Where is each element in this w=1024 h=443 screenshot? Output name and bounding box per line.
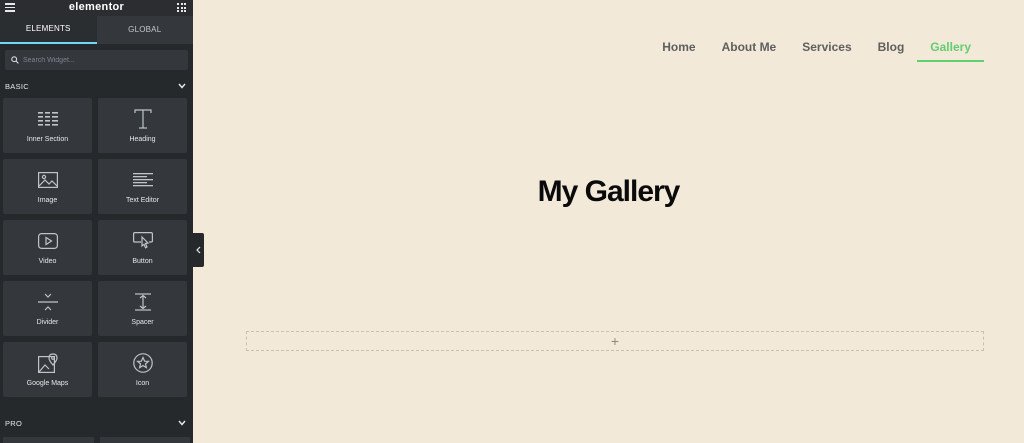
widget-divider[interactable]: Divider: [3, 281, 92, 336]
collapse-panel-button[interactable]: [193, 233, 204, 267]
chevron-left-icon: [196, 246, 201, 254]
chevron-down-icon: [178, 83, 186, 89]
widget-label: Divider: [36, 319, 59, 326]
section-basic-label: BASIC: [5, 81, 30, 91]
panel-tabs: ELEMENTS GLOBAL: [0, 16, 193, 44]
search-container: [0, 44, 193, 74]
plus-icon: +: [610, 333, 620, 349]
panel-header: elementor: [0, 0, 193, 16]
text-editor-icon: [132, 169, 153, 191]
elementor-logo: elementor: [68, 1, 125, 13]
widget-text-editor[interactable]: Text Editor: [98, 159, 187, 214]
widget-label: Inner Section: [26, 136, 69, 143]
widget-button[interactable]: Button: [98, 220, 187, 275]
widgets-grid-icon[interactable]: [177, 3, 186, 12]
page-title[interactable]: My Gallery: [193, 175, 1024, 209]
widget-heading[interactable]: Heading: [98, 98, 187, 153]
search-icon: [11, 56, 19, 64]
nav-item-home[interactable]: Home: [649, 34, 708, 62]
widget-icon[interactable]: Icon: [98, 342, 187, 397]
widget-video[interactable]: Video: [3, 220, 92, 275]
tab-elements[interactable]: ELEMENTS: [0, 16, 97, 44]
video-icon: [37, 230, 58, 252]
add-section-button[interactable]: +: [246, 331, 984, 351]
widget-label: Icon: [135, 380, 150, 387]
section-pro-toggle[interactable]: PRO: [0, 411, 193, 435]
widget-label: Button: [132, 258, 153, 265]
tab-global[interactable]: GLOBAL: [97, 16, 194, 44]
pro-widgets-partial: [3, 437, 190, 443]
star-icon: [132, 352, 153, 374]
widget-label: Video: [38, 258, 57, 265]
section-pro-label: PRO: [5, 418, 23, 428]
widget-spacer[interactable]: Spacer: [98, 281, 187, 336]
search-box: [5, 50, 188, 70]
widget-label: Heading: [129, 136, 156, 143]
widget-label: Google Maps: [26, 380, 69, 387]
section-basic-toggle[interactable]: BASIC: [0, 74, 193, 98]
widget-label: Image: [37, 197, 58, 204]
google-maps-icon: [37, 352, 58, 374]
image-icon: [37, 169, 58, 191]
button-icon: [132, 230, 153, 252]
nav-item-gallery[interactable]: Gallery: [917, 34, 984, 62]
chevron-down-icon: [178, 420, 186, 426]
nav-item-about-me[interactable]: About Me: [709, 34, 790, 62]
search-widget-input[interactable]: [23, 56, 173, 64]
widget-label: Text Editor: [125, 197, 160, 204]
site-navigation: Home About Me Services Blog Gallery: [649, 34, 984, 62]
heading-icon: [133, 108, 152, 130]
widget-google-maps[interactable]: Google Maps: [3, 342, 92, 397]
spacer-icon: [133, 291, 153, 313]
divider-icon: [37, 291, 58, 313]
widget-inner-section[interactable]: Inner Section: [3, 98, 92, 153]
elementor-panel: elementor ELEMENTS GLOBAL BASIC: [0, 0, 193, 443]
widget-image[interactable]: Image: [3, 159, 92, 214]
nav-item-services[interactable]: Services: [789, 34, 864, 62]
widget-label: Spacer: [131, 319, 154, 326]
inner-section-icon: [37, 108, 58, 130]
widgets-grid: Inner Section Heading Image Text Editor …: [0, 98, 193, 397]
nav-item-blog[interactable]: Blog: [865, 34, 918, 62]
